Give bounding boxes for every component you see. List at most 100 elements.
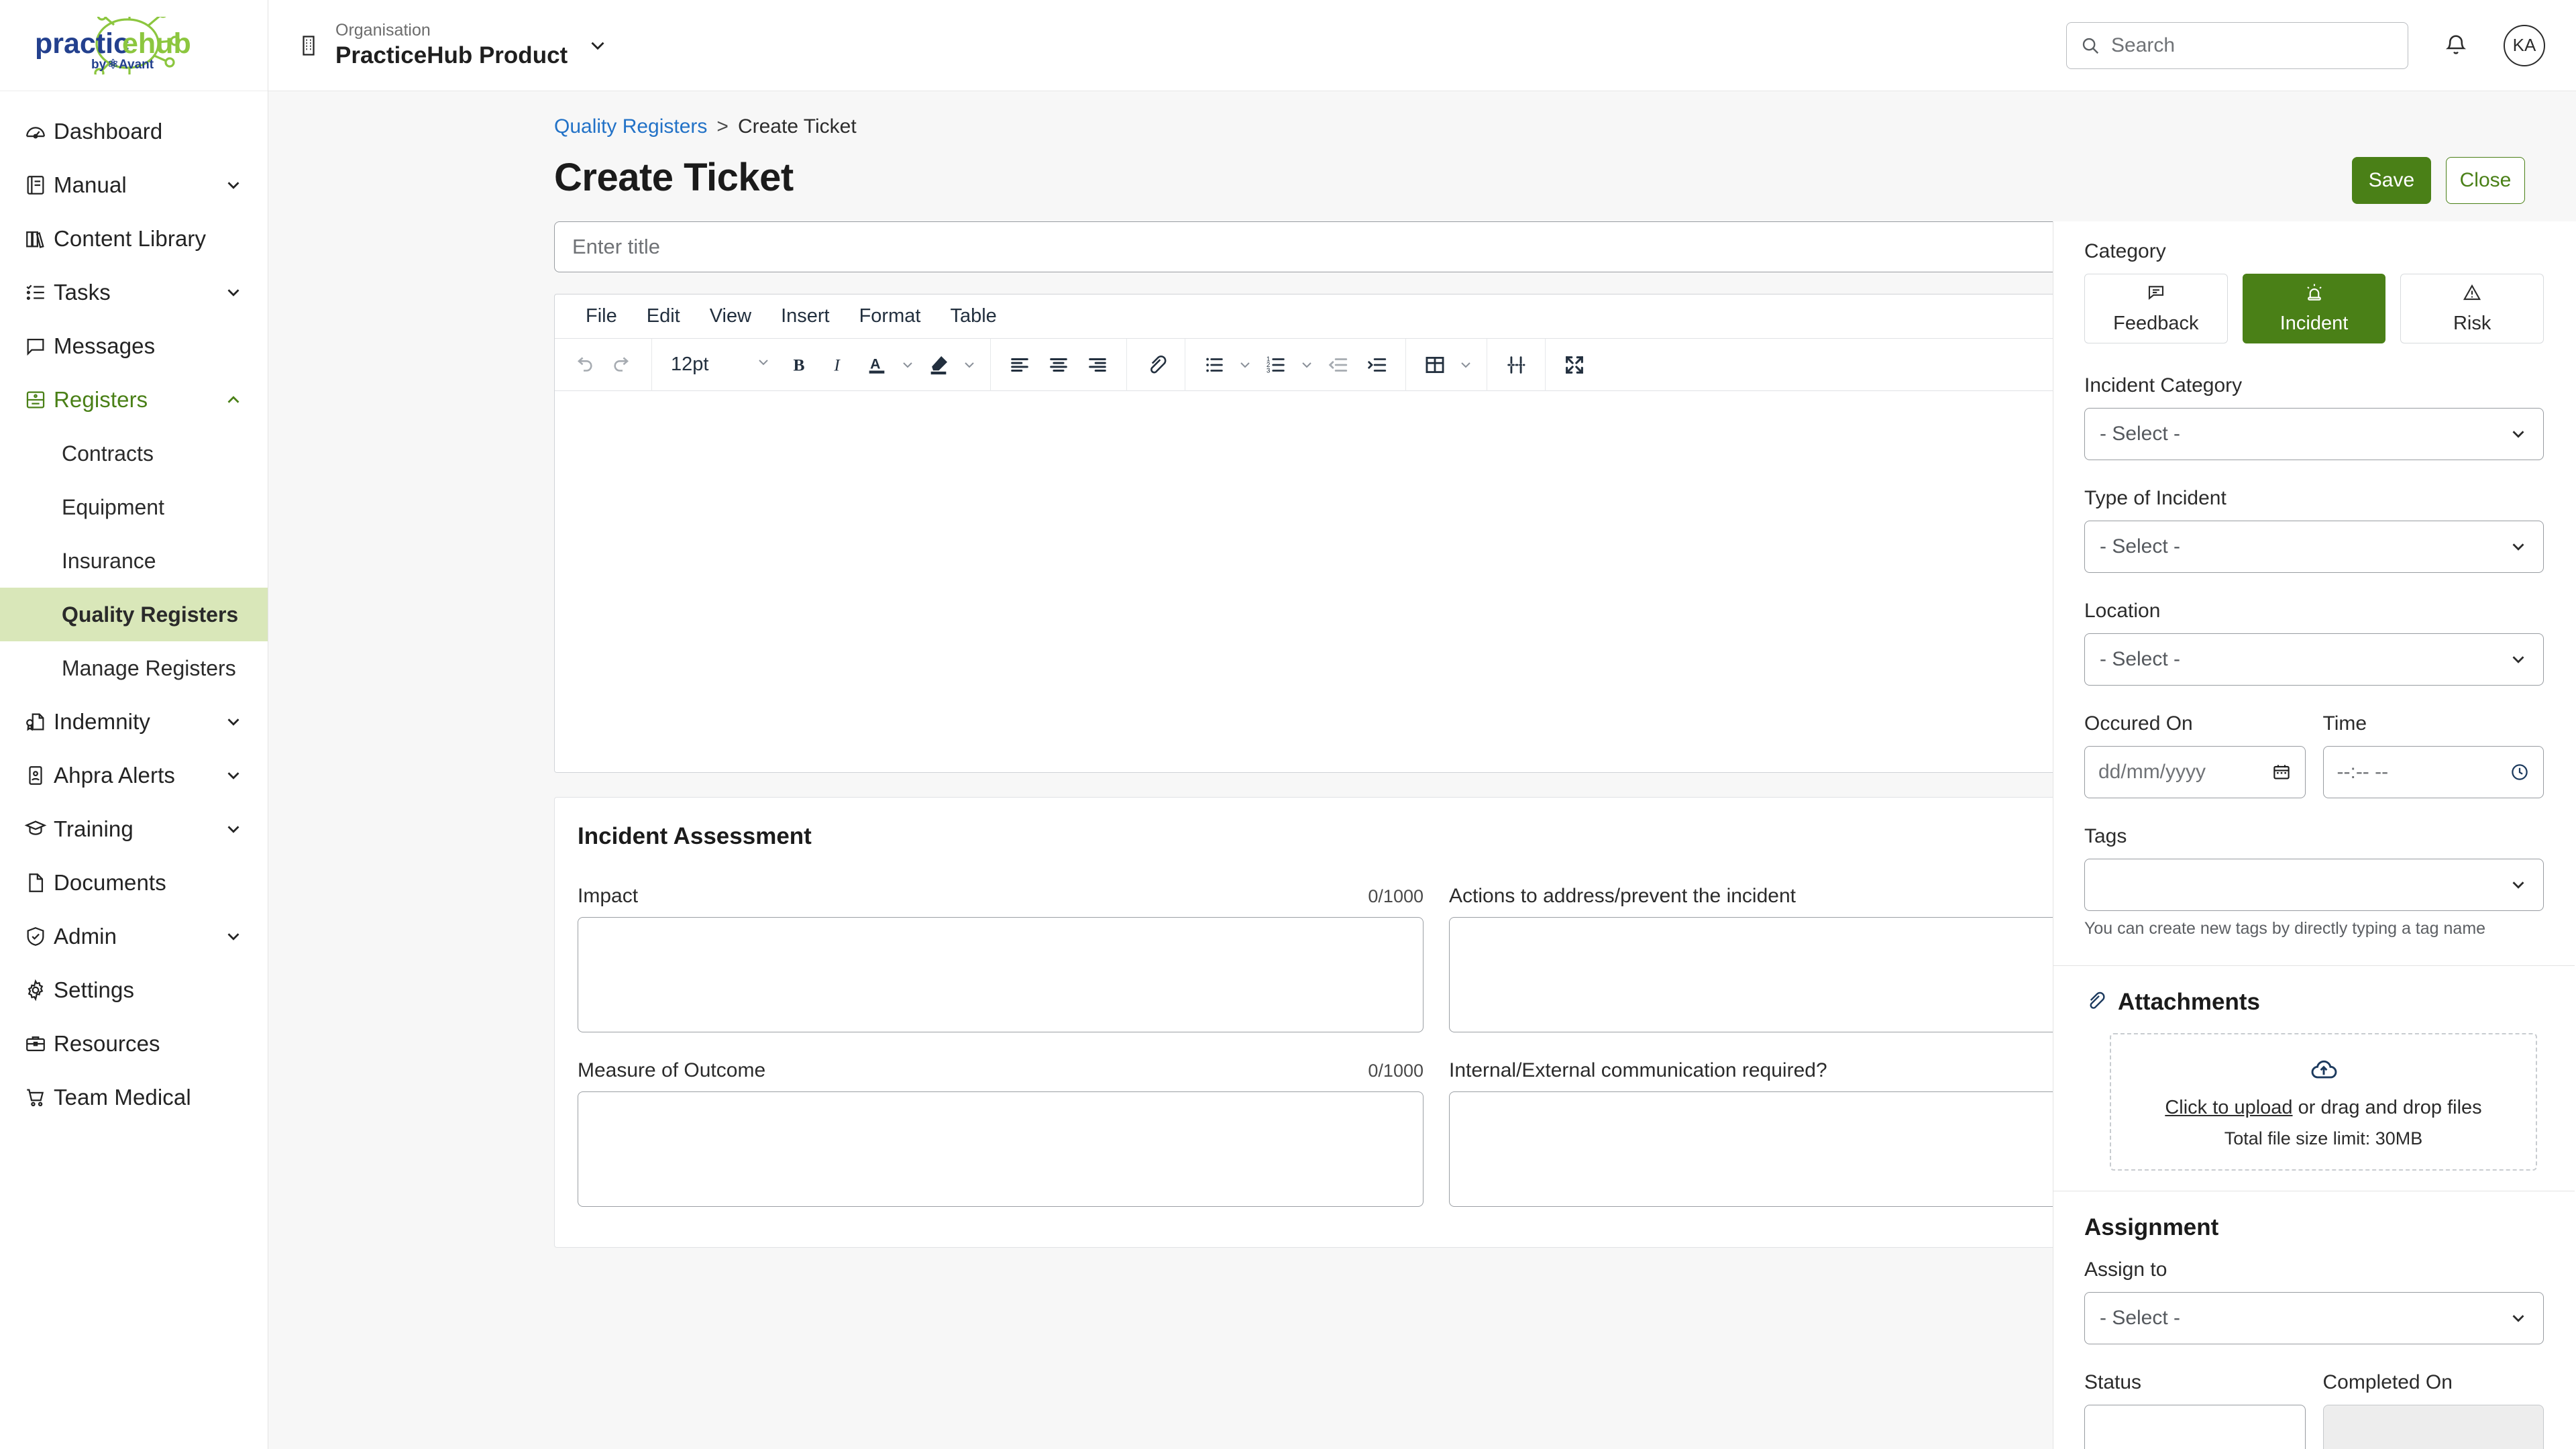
- sidebar-subitem-quality-registers[interactable]: Quality Registers: [0, 588, 268, 641]
- incident-category-select[interactable]: - Select -: [2084, 408, 2544, 460]
- redo-icon[interactable]: [603, 345, 642, 384]
- toolbar-group-history: [555, 338, 652, 391]
- align-center-icon[interactable]: [1039, 345, 1078, 384]
- avatar[interactable]: KA: [2504, 24, 2545, 66]
- save-button[interactable]: Save: [2352, 157, 2431, 204]
- bold-icon[interactable]: B: [780, 345, 818, 384]
- left-column: Enter title File Edit View Insert Format…: [268, 221, 2318, 1449]
- chevron-up-icon[interactable]: [223, 390, 244, 410]
- sidebar-subitem-equipment[interactable]: Equipment: [0, 480, 268, 534]
- chevron-down-icon[interactable]: [223, 765, 244, 786]
- highlight-color-dropdown-icon[interactable]: [958, 357, 981, 373]
- editor-menu-table[interactable]: Table: [935, 305, 1011, 327]
- type-of-incident-select[interactable]: - Select -: [2084, 521, 2544, 573]
- registers-icon: [24, 388, 54, 411]
- category-label-text: Feedback: [2113, 313, 2199, 334]
- svg-text:3: 3: [1267, 367, 1271, 374]
- sidebar-item-content-library[interactable]: Content Library: [0, 212, 268, 266]
- undo-icon[interactable]: [564, 345, 603, 384]
- bullet-list-dropdown-icon[interactable]: [1234, 357, 1256, 373]
- calendar-icon[interactable]: [2271, 762, 2292, 782]
- table-dropdown-icon[interactable]: [1454, 357, 1477, 373]
- font-size-select[interactable]: 12pt: [661, 345, 780, 384]
- sidebar-item-dashboard[interactable]: Dashboard: [0, 105, 268, 158]
- category-feedback-button[interactable]: Feedback: [2084, 274, 2228, 343]
- chevron-down-icon[interactable]: [223, 819, 244, 839]
- sidebar-item-resources[interactable]: Resources: [0, 1017, 268, 1071]
- impact-textarea[interactable]: [578, 917, 1424, 1032]
- sidebar-item-admin[interactable]: Admin: [0, 910, 268, 963]
- attachment-dropzone[interactable]: Click to upload or drag and drop files T…: [2110, 1033, 2537, 1171]
- sidebar-subitem-contracts[interactable]: Contracts: [0, 427, 268, 480]
- cloud-upload-icon: [2309, 1055, 2339, 1087]
- search-input[interactable]: Search: [2066, 21, 2408, 69]
- time-placeholder: --:-- --: [2337, 761, 2389, 783]
- numbered-list-dropdown-icon[interactable]: [1295, 357, 1318, 373]
- table-icon[interactable]: [1415, 345, 1454, 384]
- sidebar-item-manual[interactable]: Manual: [0, 158, 268, 212]
- sidebar-subitem-insurance[interactable]: Insurance: [0, 534, 268, 588]
- field-label: Measure of Outcome: [578, 1059, 766, 1081]
- occured-on-date-input[interactable]: dd/mm/yyyy: [2084, 746, 2306, 798]
- editor-menu-format[interactable]: Format: [845, 305, 936, 327]
- chevron-down-icon: [2508, 537, 2528, 557]
- chevron-down-icon[interactable]: [586, 34, 609, 57]
- sidebar-item-label: Training: [54, 816, 133, 841]
- sidebar-item-label: Manual: [54, 172, 127, 197]
- close-button[interactable]: Close: [2446, 157, 2525, 204]
- align-right-icon[interactable]: [1078, 345, 1117, 384]
- sidebar-item-team-medical[interactable]: Team Medical: [0, 1071, 268, 1124]
- category-risk-button[interactable]: Risk: [2400, 274, 2544, 343]
- completed-on-input: [2322, 1405, 2544, 1449]
- chevron-down-icon[interactable]: [223, 712, 244, 732]
- chevron-down-icon[interactable]: [223, 175, 244, 195]
- status-input[interactable]: [2084, 1405, 2306, 1449]
- link-icon[interactable]: [1136, 345, 1175, 384]
- sidebar-item-documents[interactable]: Documents: [0, 856, 268, 910]
- svg-text:⚛Avant: ⚛Avant: [107, 58, 154, 72]
- align-left-icon[interactable]: [1000, 345, 1039, 384]
- fullscreen-icon[interactable]: [1555, 345, 1594, 384]
- time-input[interactable]: --:-- --: [2322, 746, 2544, 798]
- sidebar-item-indemnity[interactable]: Indemnity: [0, 695, 268, 749]
- editor-menu-insert[interactable]: Insert: [766, 305, 845, 327]
- sidebar-item-label: Indemnity: [54, 709, 150, 734]
- app-logo[interactable]: practic ehub by ⚛Avant: [0, 0, 268, 91]
- text-color-dropdown-icon[interactable]: [896, 357, 919, 373]
- sidebar-subitem-manage-registers[interactable]: Manage Registers: [0, 641, 268, 695]
- indent-icon[interactable]: [1357, 345, 1396, 384]
- category-incident-button[interactable]: Incident: [2242, 274, 2386, 343]
- organisation-selector[interactable]: Organisation PracticeHub Product: [268, 0, 640, 91]
- sidebar-item-registers[interactable]: Registers: [0, 373, 268, 427]
- text-color-icon[interactable]: A: [857, 345, 896, 384]
- sidebar-item-ahpra-alerts[interactable]: Ahpra Alerts: [0, 749, 268, 802]
- sidebar-item-settings[interactable]: Settings: [0, 963, 268, 1017]
- page-break-icon[interactable]: [1497, 345, 1536, 384]
- avatar-initials: KA: [2512, 35, 2536, 55]
- bullet-list-icon[interactable]: [1195, 345, 1234, 384]
- tags-select[interactable]: [2084, 859, 2544, 911]
- click-to-upload-link[interactable]: Click to upload: [2165, 1097, 2292, 1118]
- chevron-down-icon[interactable]: [223, 926, 244, 947]
- editor-menu-view[interactable]: View: [695, 305, 766, 327]
- highlight-color-icon[interactable]: [919, 345, 958, 384]
- italic-icon[interactable]: I: [818, 345, 857, 384]
- clock-icon[interactable]: [2510, 762, 2530, 782]
- sidebar-item-training[interactable]: Training: [0, 802, 268, 856]
- editor-menu-file[interactable]: File: [571, 305, 632, 327]
- measure-of-outcome-textarea[interactable]: [578, 1091, 1424, 1207]
- incident-assessment-title: Incident Assessment: [578, 823, 812, 849]
- breadcrumb-parent-link[interactable]: Quality Registers: [554, 115, 707, 138]
- toolbar-group-fullscreen: [1546, 339, 1603, 391]
- field-label: Impact: [578, 885, 639, 907]
- selected-value: - Select -: [2100, 535, 2181, 557]
- sidebar-item-messages[interactable]: Messages: [0, 319, 268, 373]
- location-select[interactable]: - Select -: [2084, 633, 2544, 686]
- outdent-icon[interactable]: [1318, 345, 1357, 384]
- sidebar-item-tasks[interactable]: Tasks: [0, 266, 268, 319]
- numbered-list-icon[interactable]: 123: [1256, 345, 1295, 384]
- chevron-down-icon[interactable]: [223, 282, 244, 303]
- assign-to-select[interactable]: - Select -: [2084, 1292, 2544, 1344]
- notification-bell-icon[interactable]: [2443, 33, 2469, 58]
- editor-menu-edit[interactable]: Edit: [632, 305, 695, 327]
